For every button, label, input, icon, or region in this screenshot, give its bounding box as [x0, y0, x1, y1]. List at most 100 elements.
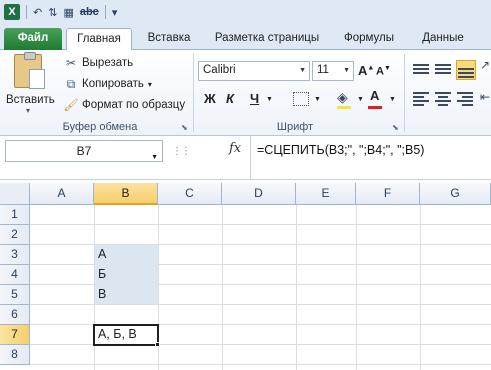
chevron-down-icon[interactable]: ▼ [151, 148, 158, 168]
cell-b7[interactable]: А, Б, В [94, 325, 158, 344]
cut-button[interactable]: ✂ Вырезать [64, 54, 133, 72]
column-header-c[interactable]: C [158, 183, 222, 205]
copy-icon: ⧉ [66, 76, 76, 91]
paintbrush-icon: 🖌 [63, 98, 79, 112]
cut-label: Вырезать [82, 57, 134, 69]
orientation-icon[interactable]: ↗ [480, 58, 490, 72]
align-right-button[interactable] [456, 90, 474, 106]
copy-label: Копировать [82, 78, 144, 90]
column-header-f[interactable]: F [356, 183, 420, 205]
scissors-icon: ✂ [65, 56, 77, 70]
shrink-font-button[interactable]: A▼ [376, 65, 391, 78]
row-header-8[interactable]: 8 [0, 345, 30, 365]
font-size-value: 11 [317, 64, 329, 76]
borders-icon[interactable] [293, 92, 309, 106]
dialog-launcher-icon[interactable]: ⬊ [392, 123, 399, 132]
chevron-down-icon: ▼ [343, 67, 350, 74]
font-name-select[interactable]: Calibri ▼ [198, 61, 310, 81]
cell-b3[interactable]: А [94, 245, 158, 264]
italic-button[interactable]: К [226, 91, 234, 106]
paste-label: Вставить [6, 94, 55, 106]
formula-bar: B7 ▼ ⋮⋮ fx =СЦЕПИТЬ(B3;", ";B4;", ";B5) [0, 136, 491, 180]
bold-button[interactable]: Ж [204, 91, 216, 106]
font-group-label: Шрифт [276, 121, 314, 133]
spelling-icon[interactable]: abc [80, 6, 99, 18]
column-header-a[interactable]: A [30, 183, 94, 205]
underline-button[interactable]: Ч [250, 91, 259, 106]
cell-b4[interactable]: Б [94, 265, 158, 284]
gridline [222, 205, 223, 370]
ribbon-home: Вставить ▾ ✂ Вырезать ⧉ Копировать ▾ 🖌 Ф… [0, 50, 491, 136]
tab-home[interactable]: Главная [66, 28, 132, 51]
quick-access-toolbar: X ↶ ⇅ ▦ abc ▾ [0, 0, 491, 24]
group-separator [404, 54, 405, 132]
gridline [420, 205, 421, 370]
group-separator [193, 54, 194, 132]
chevron-down-icon: ▼ [299, 67, 306, 74]
dialog-launcher-icon[interactable]: ⬊ [181, 123, 188, 132]
chevron-down-icon[interactable]: ▼ [389, 96, 396, 103]
format-painter-label: Формат по образцу [82, 99, 186, 111]
row-header-7[interactable]: 7 [0, 325, 30, 345]
shrink-font-icon: A [376, 65, 384, 78]
fill-handle[interactable] [155, 342, 160, 347]
gridline [356, 205, 357, 370]
row-header-4[interactable]: 4 [0, 265, 30, 285]
align-left-button[interactable] [412, 90, 430, 106]
column-header-d[interactable]: D [222, 183, 296, 205]
column-header-g[interactable]: G [420, 183, 491, 205]
table-icon[interactable]: ▦ [63, 6, 73, 19]
undo-icon[interactable]: ↶ [33, 6, 42, 19]
indent-icon[interactable]: ⇤ [480, 90, 490, 104]
align-bottom-button[interactable] [456, 60, 476, 80]
tab-data[interactable]: Данные [414, 28, 472, 50]
tab-formulas[interactable]: Формулы [336, 28, 402, 50]
tab-insert[interactable]: Вставка [140, 28, 198, 50]
paste-button[interactable]: Вставить ▾ [6, 52, 55, 118]
chevron-down-icon[interactable]: ▼ [314, 96, 321, 103]
row-header-6[interactable]: 6 [0, 305, 30, 325]
sort-icon[interactable]: ⇅ [48, 6, 57, 19]
column-header-e[interactable]: E [296, 183, 356, 205]
chevron-down-icon[interactable]: ▾ [6, 106, 50, 115]
excel-logo-icon: X [4, 4, 20, 20]
column-header-b[interactable]: B [94, 183, 158, 205]
align-center-button[interactable] [434, 90, 452, 106]
row-header-3[interactable]: 3 [0, 245, 30, 265]
formula-input[interactable]: =СЦЕПИТЬ(B3;", ";B4;", ";B5) [257, 143, 424, 157]
copy-button[interactable]: ⧉ Копировать ▾ [64, 75, 152, 93]
align-middle-button[interactable] [434, 62, 452, 78]
row-header-2[interactable]: 2 [0, 225, 30, 245]
font-name-value: Calibri [203, 64, 236, 76]
row-header-1[interactable]: 1 [0, 205, 30, 225]
resize-handle-icon[interactable]: ⋮⋮ [172, 146, 191, 157]
ribbon-tabs: Файл Главная Вставка Разметка страницы Ф… [0, 24, 491, 51]
grow-font-icon: A [358, 63, 368, 78]
fill-color-swatch [337, 106, 351, 109]
chevron-down-icon[interactable]: ▾ [148, 80, 152, 89]
tab-page-layout[interactable]: Разметка страницы [208, 28, 326, 50]
clipboard-icon [14, 52, 45, 89]
clipboard-group-label: Буфер обмена [62, 121, 138, 133]
formula-bar-separator [250, 136, 251, 180]
font-color-swatch [368, 106, 382, 109]
name-box-value: B7 [76, 144, 92, 158]
align-top-button[interactable] [412, 62, 430, 78]
format-painter-button[interactable]: 🖌 Формат по образцу [63, 96, 186, 114]
chevron-down-icon[interactable]: ▼ [357, 96, 364, 103]
font-color-button[interactable]: A [370, 88, 379, 103]
toolbar-separator [104, 5, 106, 19]
cell-b5[interactable]: В [94, 285, 158, 304]
grow-font-button[interactable]: A▲ [358, 63, 374, 78]
font-size-select[interactable]: 11 ▼ [312, 61, 354, 81]
chevron-down-icon[interactable]: ▼ [266, 96, 273, 103]
gridline [296, 205, 297, 370]
toolbar-separator [26, 5, 27, 19]
select-all-corner[interactable] [0, 183, 30, 205]
row-header-5[interactable]: 5 [0, 285, 30, 305]
insert-function-button[interactable]: fx [229, 141, 241, 156]
name-box[interactable]: B7 ▼ [5, 140, 163, 162]
fill-color-icon[interactable]: ◈ [337, 89, 348, 106]
customize-toolbar-icon[interactable]: ▾ [112, 6, 118, 19]
tab-file[interactable]: Файл [4, 28, 62, 50]
